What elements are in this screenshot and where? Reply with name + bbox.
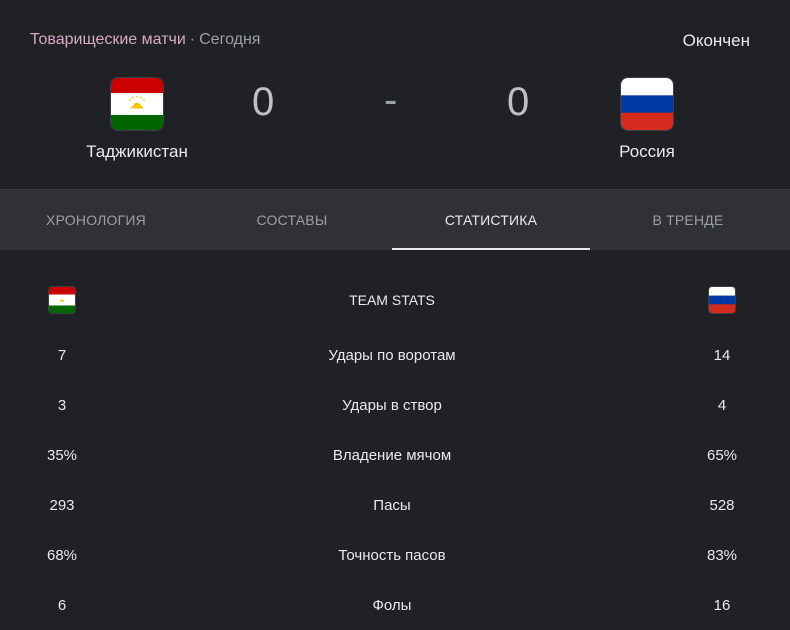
tab-statistics[interactable]: Статистика (392, 190, 590, 251)
away-stat-value: 65% (706, 447, 738, 464)
home-team-name[interactable]: Таджикистан (57, 142, 217, 162)
home-stat-value: 7 (57, 347, 67, 364)
league-link[interactable]: Товарищеские матчи (30, 31, 186, 48)
score-separator: - (384, 78, 398, 122)
match-day: Сегодня (199, 31, 261, 48)
away-stat-value: 4 (717, 397, 727, 414)
stat-label: Удары в створ (342, 397, 442, 414)
stat-label: Фолы (372, 597, 412, 614)
away-score: 0 (507, 80, 530, 124)
russia-flag-small-icon (709, 287, 735, 313)
stat-row-pass-accuracy: 68% Точность пасов 83% (0, 547, 790, 571)
home-stat-value: 6 (57, 597, 67, 614)
tab-lineups[interactable]: Составы (196, 190, 388, 251)
match-status: Окончен (682, 31, 750, 50)
stat-row-possession: 35% Владение мячом 65% (0, 447, 790, 471)
stat-row-shots-on-target: 3 Удары в створ 4 (0, 397, 790, 421)
home-stat-value: 3 (57, 397, 67, 414)
tajikistan-flag-icon[interactable] (111, 78, 163, 130)
stat-label: Удары по воротам (328, 347, 456, 364)
stat-row-passes: 293 Пасы 528 (0, 497, 790, 521)
away-stat-value: 14 (713, 347, 731, 364)
home-stat-value: 293 (49, 497, 75, 514)
russia-flag-icon[interactable] (621, 78, 673, 130)
home-score: 0 (252, 80, 275, 124)
home-stat-value: 35% (46, 447, 78, 464)
team-stats-panel: TEAM STATS 7 Удары по воротам 14 3 Удары… (0, 250, 790, 630)
away-stat-value: 16 (713, 597, 731, 614)
tab-timeline[interactable]: Хронология (0, 190, 192, 251)
home-stat-value: 68% (46, 547, 78, 564)
tajikistan-flag-small-icon (49, 287, 75, 313)
team-stats-title: TEAM STATS (349, 292, 435, 308)
match-meta: Товарищеские матчи · Сегодня (30, 31, 260, 49)
stat-row-shots: 7 Удары по воротам 14 (0, 347, 790, 371)
match-tabs: Хронология Составы Статистика В тренде (0, 189, 790, 251)
meta-separator: · (189, 31, 196, 48)
away-team-name[interactable]: Россия (567, 142, 727, 162)
stat-label: Пасы (373, 497, 411, 514)
away-stat-value: 83% (706, 547, 738, 564)
tab-trending[interactable]: В тренде (592, 190, 784, 251)
stat-label: Владение мячом (332, 447, 452, 464)
match-header: Товарищеские матчи · Сегодня Окончен Таджи… (0, 0, 790, 188)
stat-label: Точность пасов (338, 547, 446, 564)
stat-row-fouls: 6 Фолы 16 (0, 597, 790, 621)
away-stat-value: 528 (709, 497, 735, 514)
